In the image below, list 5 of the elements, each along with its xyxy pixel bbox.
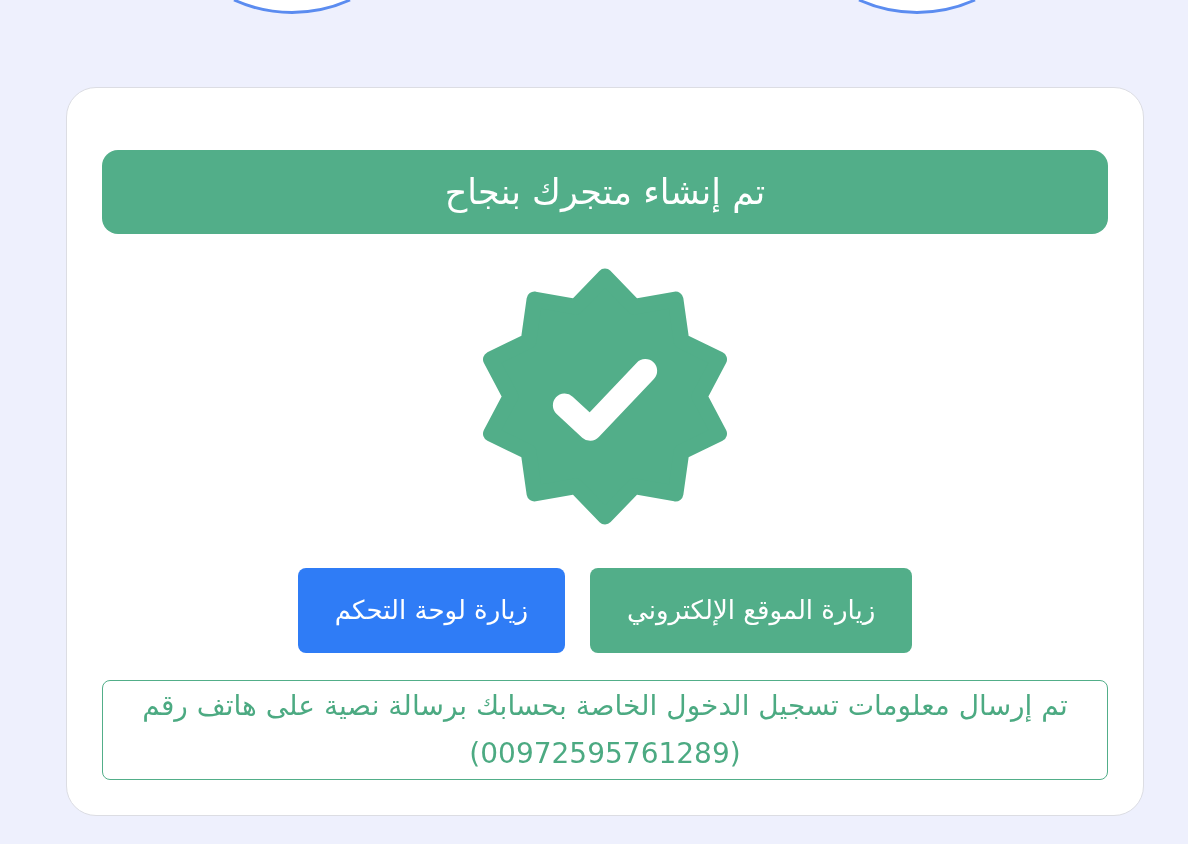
check-badge-icon — [483, 268, 727, 525]
website-button[interactable]: زيارة الموقع الإلكتروني — [589, 568, 913, 653]
sms-notice: تم إرسال معلومات تسجيل الدخول الخاصة بحسابك برسالة نصية على هاتف رقم (00972595761289) — [102, 680, 1108, 780]
dashboard-button[interactable]: زيارة لوحة التحكم — [297, 568, 565, 653]
success-banner: تم إنشاء متجرك بنجاح — [102, 150, 1108, 234]
